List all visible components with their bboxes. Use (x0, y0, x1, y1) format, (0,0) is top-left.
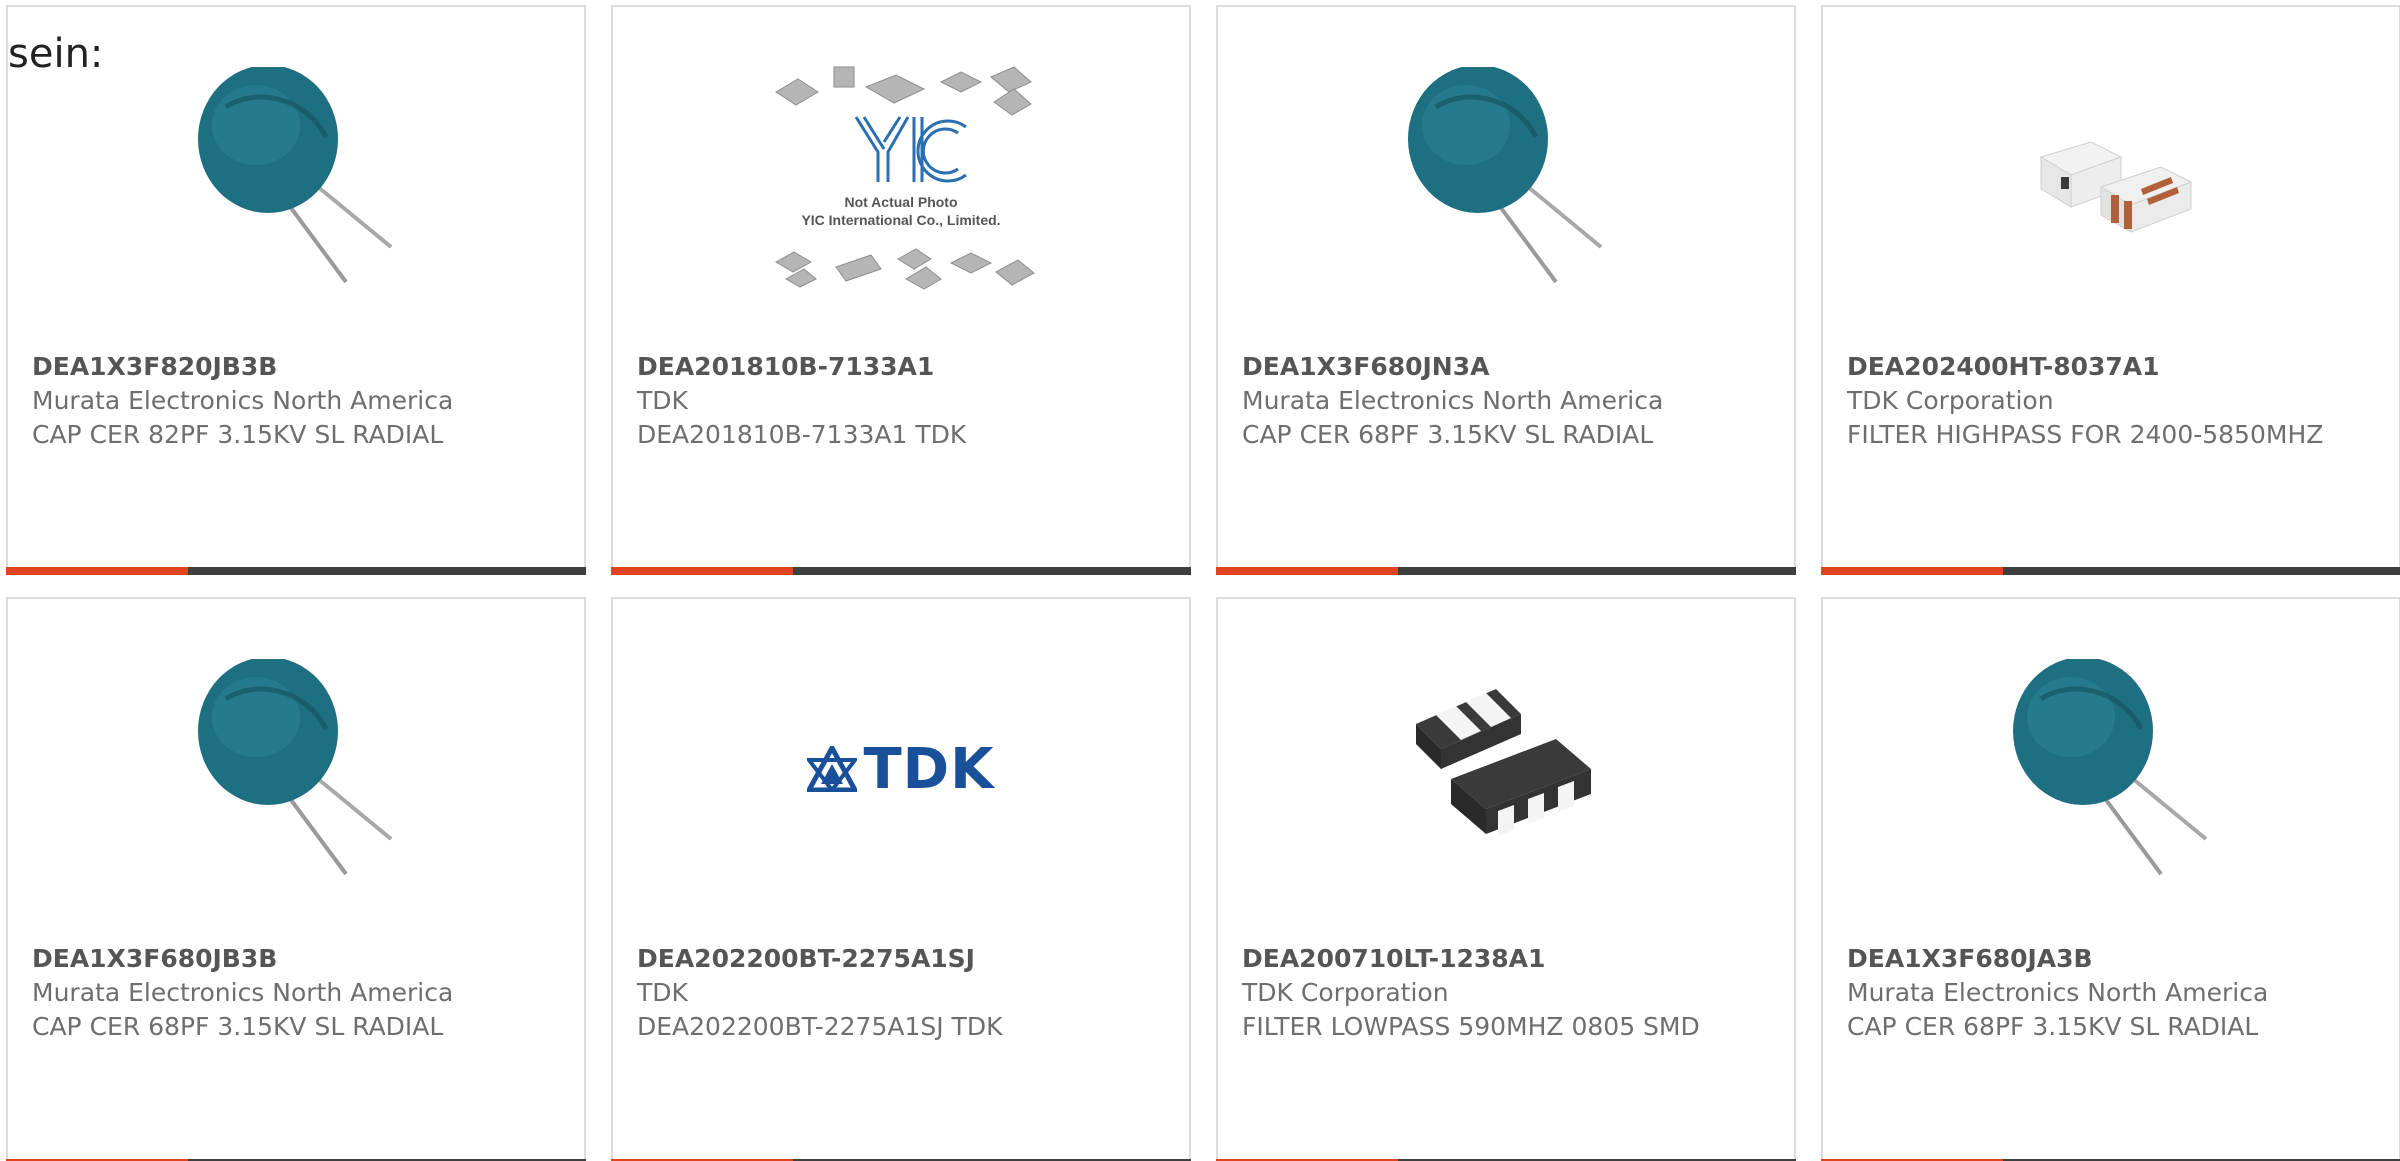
manufacturer: TDK Corporation (1242, 978, 1449, 1007)
product-card[interactable]: DEA1X3F820JB3B Murata Electronics North … (6, 5, 586, 575)
card-bar-accent (1216, 567, 1398, 575)
manufacturer: Murata Electronics North America (1242, 386, 1664, 415)
product-grid: DEA1X3F820JB3B Murata Electronics North … (6, 5, 2400, 1161)
part-number[interactable]: DEA202400HT-8037A1 (1847, 350, 2375, 384)
part-number[interactable]: DEA201810B-7133A1 (637, 350, 1165, 384)
part-number[interactable]: DEA1X3F820JB3B (32, 350, 560, 384)
product-info: DEA1X3F820JB3B Murata Electronics North … (32, 350, 560, 452)
manufacturer: Murata Electronics North America (32, 978, 454, 1007)
description: DEA201810B-7133A1 TDK (637, 420, 967, 449)
radial-disc-capacitor-icon (1408, 67, 1603, 284)
part-number[interactable]: DEA1X3F680JB3B (32, 942, 560, 976)
smd-lowpass-filter-icon (1416, 689, 1591, 836)
product-info: DEA1X3F680JA3B Murata Electronics North … (1847, 942, 2375, 1044)
manufacturer: TDK (637, 386, 688, 415)
radial-disc-capacitor-icon (198, 67, 393, 284)
description: CAP CER 82PF 3.15KV SL RADIAL (32, 420, 444, 449)
product-image: Not Actual Photo YIC International Co., … (613, 62, 1189, 292)
product-card[interactable]: DEA1X3F680JB3B Murata Electronics North … (6, 597, 586, 1161)
product-info: DEA1X3F680JB3B Murata Electronics North … (32, 942, 560, 1044)
part-number[interactable]: DEA200710LT-1238A1 (1242, 942, 1770, 976)
part-number[interactable]: DEA1X3F680JA3B (1847, 942, 2375, 976)
description: FILTER HIGHPASS FOR 2400-5850MHZ (1847, 420, 2324, 449)
product-image (1218, 62, 1794, 292)
intro-text: sein: (8, 31, 104, 77)
product-card[interactable]: TDK DEA202200BT-2275A1SJ TDK DEA202200BT… (611, 597, 1191, 1161)
product-image (1823, 62, 2399, 292)
product-image (8, 654, 584, 884)
manufacturer: TDK Corporation (1847, 386, 2054, 415)
manufacturer: Murata Electronics North America (1847, 978, 2269, 1007)
product-image (8, 62, 584, 292)
product-card[interactable]: DEA1X3F680JN3A Murata Electronics North … (1216, 5, 1796, 575)
smd-filter-chip-icon (2039, 141, 2193, 233)
tdk-triangle-mark-icon (807, 746, 858, 792)
product-info: DEA201810B-7133A1 TDK DEA201810B-7133A1 … (637, 350, 1165, 452)
card-bottom-bar (1216, 567, 1796, 575)
product-card[interactable]: DEA1X3F680JA3B Murata Electronics North … (1821, 597, 2400, 1161)
product-listing-page: DEA1X3F820JB3B Murata Electronics North … (0, 0, 2400, 1161)
card-bar-accent (611, 567, 793, 575)
description: CAP CER 68PF 3.15KV SL RADIAL (1847, 1012, 2259, 1041)
manufacturer: Murata Electronics North America (32, 386, 454, 415)
radial-disc-capacitor-icon (198, 659, 393, 876)
product-info: DEA202400HT-8037A1 TDK Corporation FILTE… (1847, 350, 2375, 452)
card-bottom-bar (1821, 567, 2400, 575)
product-info: DEA200710LT-1238A1 TDK Corporation FILTE… (1242, 942, 1770, 1044)
product-image (1218, 654, 1794, 884)
tdk-logo-icon: TDK (807, 737, 994, 802)
tdk-logo-text: TDK (863, 736, 995, 802)
placeholder-caption-line2: YIC International Co., Limited. (801, 212, 1000, 228)
placeholder-caption-line1: Not Actual Photo (844, 194, 957, 210)
card-bottom-bar (611, 567, 1191, 575)
product-card[interactable]: Not Actual Photo YIC International Co., … (611, 5, 1191, 575)
product-info: DEA202200BT-2275A1SJ TDK DEA202200BT-227… (637, 942, 1165, 1044)
product-card[interactable]: DEA202400HT-8037A1 TDK Corporation FILTE… (1821, 5, 2400, 575)
product-image: TDK (613, 654, 1189, 884)
description: DEA202200BT-2275A1SJ TDK (637, 1012, 1003, 1041)
card-bar-accent (6, 567, 188, 575)
part-number[interactable]: DEA202200BT-2275A1SJ (637, 942, 1165, 976)
radial-disc-capacitor-icon (2013, 659, 2208, 876)
card-bottom-bar (6, 567, 586, 575)
placeholder-not-actual-photo-icon: Not Actual Photo YIC International Co., … (774, 66, 1035, 290)
description: CAP CER 68PF 3.15KV SL RADIAL (1242, 420, 1654, 449)
manufacturer: TDK (637, 978, 688, 1007)
description: CAP CER 68PF 3.15KV SL RADIAL (32, 1012, 444, 1041)
product-card[interactable]: DEA200710LT-1238A1 TDK Corporation FILTE… (1216, 597, 1796, 1161)
part-number[interactable]: DEA1X3F680JN3A (1242, 350, 1770, 384)
description: FILTER LOWPASS 590MHZ 0805 SMD (1242, 1012, 1700, 1041)
product-image (1823, 654, 2399, 884)
product-info: DEA1X3F680JN3A Murata Electronics North … (1242, 350, 1770, 452)
card-bar-accent (1821, 567, 2003, 575)
